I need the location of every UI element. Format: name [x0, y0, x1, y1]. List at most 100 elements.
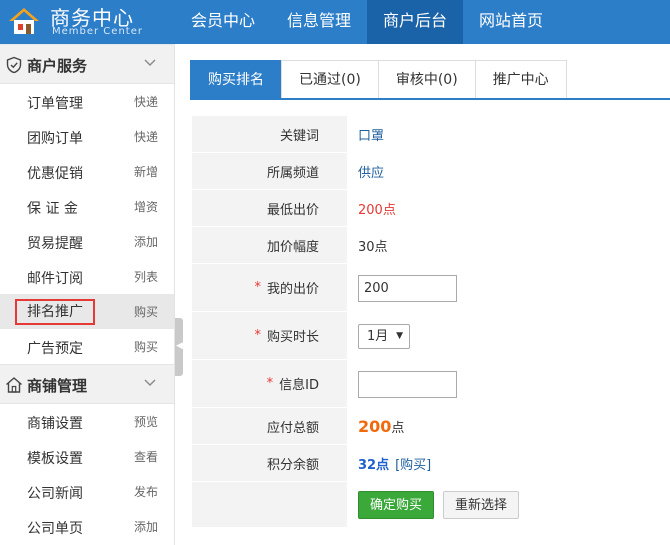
sidebar-item-label: 公司单页 — [27, 521, 83, 537]
row-actions: 确定购买 重新选择 — [192, 482, 670, 528]
confirm-purchase-button[interactable]: 确定购买 — [358, 491, 435, 519]
row-min-bid: 最低出价 200点 — [192, 190, 670, 227]
sidebar-item-action[interactable]: 购买 — [134, 338, 158, 355]
sidebar-item-ad-booking[interactable]: 广告预定 购买 — [0, 329, 174, 364]
sidebar-item-label: 公司新闻 — [27, 486, 83, 502]
min-bid-value: 200点 — [358, 203, 396, 218]
info-id-label: * 信息ID — [192, 360, 347, 408]
sidebar-group-shop-management[interactable]: 商铺管理 — [0, 364, 174, 404]
sidebar-item-label: 商铺设置 — [27, 416, 83, 432]
nav-info-management[interactable]: 信息管理 — [271, 0, 367, 44]
sidebar-item-company-news[interactable]: 公司新闻 发布 — [0, 474, 174, 509]
sidebar-item-action[interactable]: 发布 — [134, 483, 158, 500]
sidebar-item-group-orders[interactable]: 团购订单 快递 — [0, 119, 174, 154]
shield-icon — [6, 56, 22, 74]
sidebar: 商户服务 订单管理 快递 团购订单 快递 优惠促销 新增 保 证 金 增资 贸易… — [0, 44, 175, 545]
top-nav: 会员中心 信息管理 商户后台 网站首页 — [175, 0, 559, 44]
sidebar-item-orders[interactable]: 订单管理 快递 — [0, 84, 174, 119]
sidebar-collapse-handle[interactable]: ◀ — [175, 318, 183, 376]
sidebar-item-label: 订单管理 — [27, 96, 83, 112]
sidebar-item-action[interactable]: 预览 — [134, 413, 158, 430]
sidebar-item-label: 邮件订阅 — [27, 271, 83, 287]
actions-label-cell — [192, 482, 347, 528]
dropdown-arrow-icon: ▼ — [396, 330, 403, 341]
duration-label: * 购买时长 — [192, 312, 347, 360]
required-mark: * — [266, 376, 274, 391]
tab-approved[interactable]: 已通过(0) — [281, 60, 379, 98]
my-bid-label-text: 我的出价 — [266, 282, 319, 297]
info-id-label-text: 信息ID — [279, 378, 319, 393]
my-bid-input[interactable] — [358, 274, 457, 302]
sidebar-item-shop-settings[interactable]: 商铺设置 预览 — [0, 404, 174, 439]
row-balance: 积分余额 32点 [购买] — [192, 445, 670, 482]
nav-member-center[interactable]: 会员中心 — [175, 0, 271, 44]
sidebar-item-company-page[interactable]: 公司单页 添加 — [0, 509, 174, 544]
balance-label: 积分余额 — [192, 445, 347, 482]
required-mark: * — [254, 328, 261, 343]
nav-site-home[interactable]: 网站首页 — [463, 0, 559, 44]
total-amount: 200 — [358, 417, 392, 436]
keyword-label: 关键词 — [192, 116, 347, 153]
sidebar-item-label: 优惠促销 — [27, 166, 83, 182]
sidebar-item-label: 保 证 金 — [27, 201, 78, 217]
nav-merchant-backend[interactable]: 商户后台 — [367, 0, 464, 44]
sidebar-item-action[interactable]: 购买 — [134, 303, 158, 320]
channel-value[interactable]: 供应 — [358, 162, 384, 181]
tab-pending-review[interactable]: 审核中(0) — [377, 60, 476, 98]
row-my-bid: * 我的出价 — [192, 264, 670, 312]
sidebar-item-action[interactable]: 添加 — [134, 233, 158, 250]
min-bid-label: 最低出价 — [192, 190, 347, 227]
row-info-id: * 信息ID — [192, 360, 670, 408]
home-outline-icon — [6, 377, 22, 393]
chevron-down-icon — [144, 59, 156, 66]
total-label: 应付总额 — [192, 408, 347, 445]
tab-buy-ranking[interactable]: 购买排名 — [190, 60, 282, 98]
channel-label: 所属频道 — [192, 153, 347, 190]
sidebar-item-action[interactable]: 新增 — [134, 163, 158, 180]
sidebar-item-label: 广告预定 — [27, 341, 83, 357]
required-mark: * — [254, 280, 261, 295]
tab-promotion-center[interactable]: 推广中心 — [474, 60, 567, 98]
sidebar-item-mail-subscription[interactable]: 邮件订阅 列表 — [0, 259, 174, 294]
sidebar-item-action[interactable]: 添加 — [134, 518, 158, 535]
increment-value: 30点 — [358, 240, 388, 255]
sidebar-item-label: 模板设置 — [27, 451, 83, 467]
keyword-value[interactable]: 口罩 — [358, 125, 384, 144]
duration-selected-value: 1月 — [367, 328, 389, 344]
info-id-input[interactable] — [358, 370, 457, 398]
sidebar-item-template-settings[interactable]: 模板设置 查看 — [0, 439, 174, 474]
brand[interactable]: 商务中心 Member Center — [0, 0, 175, 44]
chevron-left-icon: ◀ — [176, 341, 183, 351]
sidebar-item-ranking-promotion[interactable]: 排名推广 购买 — [0, 294, 174, 329]
duration-select[interactable]: 1月 ▼ — [358, 323, 410, 349]
sidebar-item-action[interactable]: 快递 — [134, 128, 158, 145]
sidebar-item-trade-alerts[interactable]: 贸易提醒 添加 — [0, 224, 174, 259]
reset-button[interactable]: 重新选择 — [443, 491, 520, 519]
sidebar-group-title: 商户服务 — [27, 57, 88, 75]
sidebar-item-action[interactable]: 增资 — [134, 198, 158, 215]
row-total: 应付总额 200 点 — [192, 408, 670, 445]
my-bid-label: * 我的出价 — [192, 264, 347, 312]
row-channel: 所属频道 供应 — [192, 153, 670, 190]
chevron-down-icon — [144, 379, 156, 386]
sidebar-group-merchant-services[interactable]: 商户服务 — [0, 44, 174, 84]
sidebar-item-deposit[interactable]: 保 证 金 增资 — [0, 189, 174, 224]
house-icon — [9, 8, 39, 34]
sidebar-item-label: 贸易提醒 — [27, 236, 83, 252]
sidebar-item-action[interactable]: 查看 — [134, 448, 158, 465]
duration-label-text: 购买时长 — [266, 330, 319, 345]
sidebar-item-label: 排名推广 — [15, 299, 95, 325]
row-increment: 加价幅度 30点 — [192, 227, 670, 264]
tab-bar: 购买排名 已通过(0) 审核中(0) 推广中心 — [190, 60, 670, 100]
row-keyword: 关键词 口罩 — [192, 116, 670, 153]
sidebar-group-title: 商铺管理 — [27, 377, 88, 395]
sidebar-item-action[interactable]: 快递 — [134, 93, 158, 110]
row-duration: * 购买时长 1月 ▼ — [192, 312, 670, 360]
sidebar-item-action[interactable]: 列表 — [134, 268, 158, 285]
brand-subtitle: Member Center — [52, 26, 143, 37]
sidebar-item-promotions[interactable]: 优惠促销 新增 — [0, 154, 174, 189]
sidebar-item-label: 团购订单 — [27, 131, 83, 147]
top-bar: 商务中心 Member Center 会员中心 信息管理 商户后台 网站首页 — [0, 0, 670, 44]
buy-points-link[interactable]: [购买] — [395, 454, 431, 473]
purchase-form: 关键词 口罩 所属频道 供应 最低出价 200点 加价幅度 30点 * 我的出价 … — [192, 116, 670, 528]
